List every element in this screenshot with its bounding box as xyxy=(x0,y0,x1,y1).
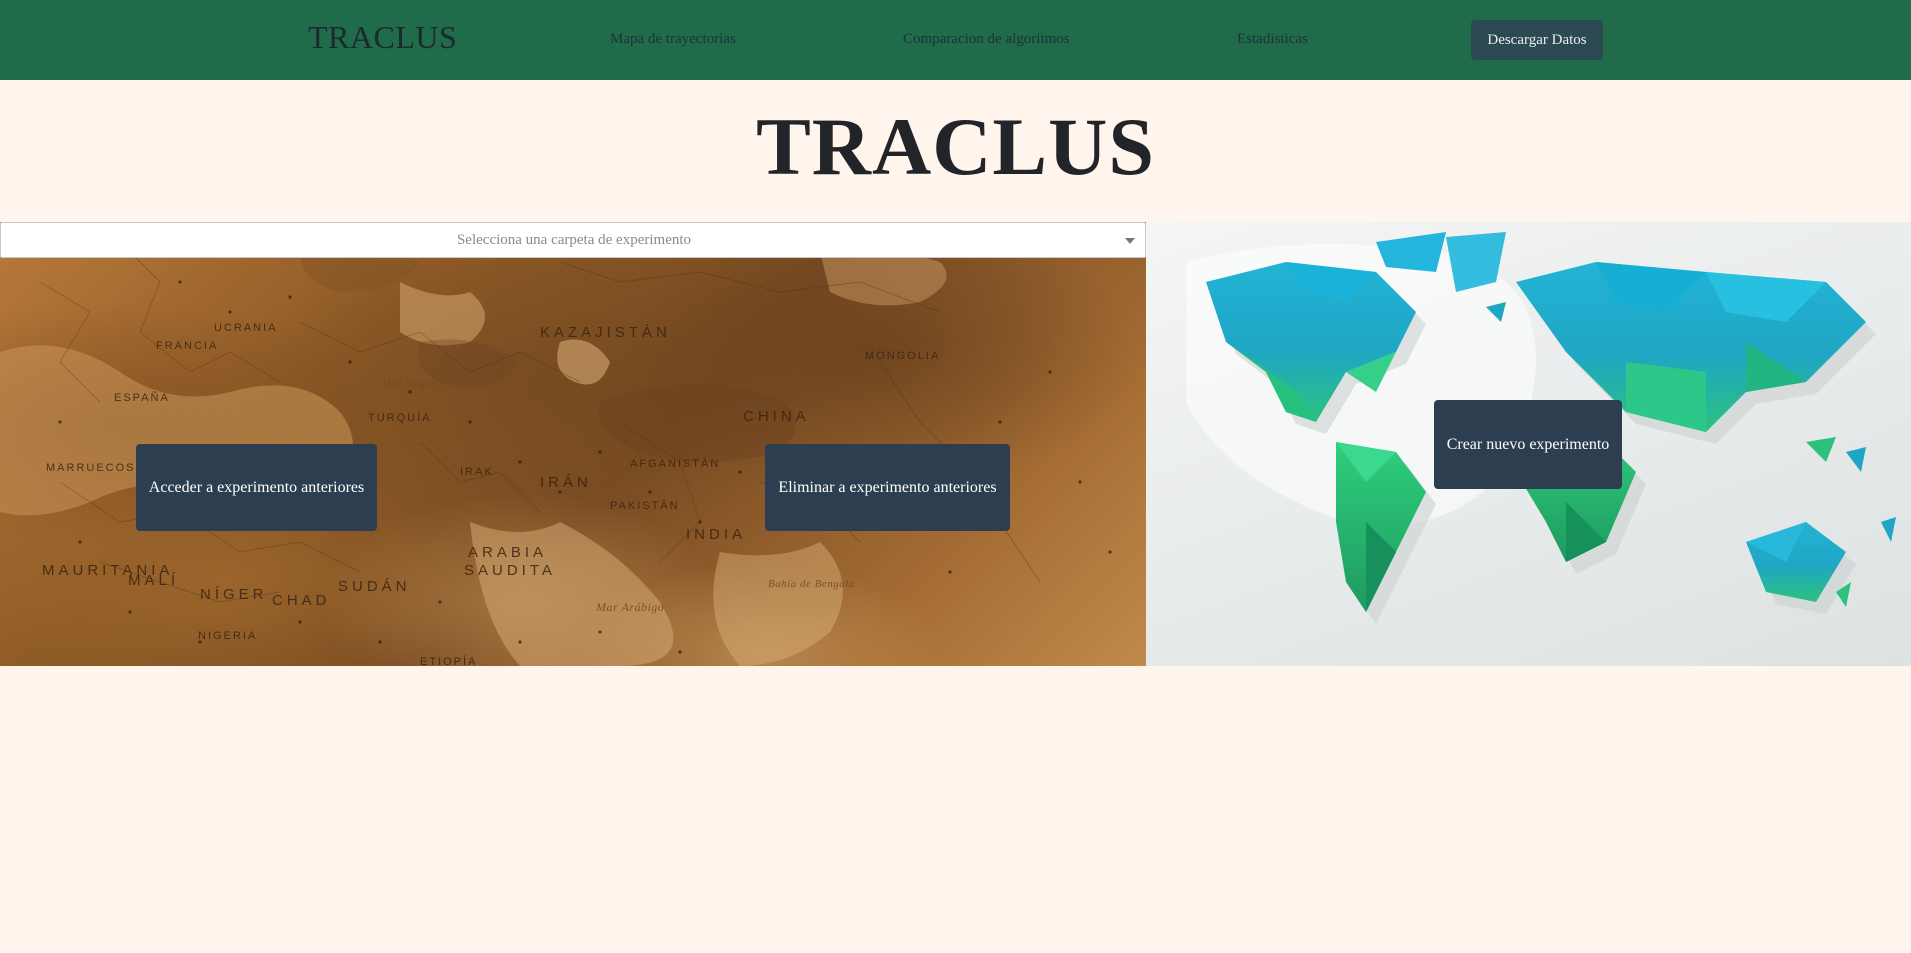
download-data-button[interactable]: Descargar Datos xyxy=(1471,20,1603,60)
top-navbar: TRACLUS Mapa de trayectorias Comparacion… xyxy=(0,0,1911,80)
map-label-marruecos: MARRUECOS xyxy=(46,462,136,474)
map-label-espana: ESPAÑA xyxy=(114,392,170,404)
chevron-down-icon[interactable] xyxy=(1125,238,1135,244)
map-label-ucrania: UCRANIA xyxy=(214,322,278,334)
map-label-mali: MALÍ xyxy=(128,572,180,589)
map-label-afganistan: AFGANISTÁN xyxy=(630,458,721,470)
delete-previous-experiment-button[interactable]: Eliminar a experimento anteriores xyxy=(765,444,1010,531)
map-label-arabia: ARABIA xyxy=(468,544,548,561)
map-label-nigeria: NIGERIA xyxy=(198,630,258,642)
map-label-francia: FRANCIA xyxy=(156,340,219,352)
map-label-saudita: SAUDITA xyxy=(464,562,556,579)
brand-link[interactable]: TRACLUS xyxy=(308,19,457,56)
nav-link-statistics[interactable]: Estadisticas xyxy=(1237,31,1308,48)
page-background-bottom xyxy=(0,666,1911,953)
map-label-etiopia: ETIOPÍA xyxy=(420,656,478,666)
nav-link-trajectory-map[interactable]: Mapa de trayectorias xyxy=(610,31,736,48)
map-label-niger: NÍGER xyxy=(200,586,268,603)
nav-link-algorithm-comparison[interactable]: Comparacion de algoritmos xyxy=(903,31,1070,48)
map-label-pakistan: PAKISTÁN xyxy=(610,500,680,512)
map-label-chad: CHAD xyxy=(272,592,331,609)
create-new-experiment-button[interactable]: Crear nuevo experimento xyxy=(1434,400,1622,489)
map-label-india: INDIA xyxy=(686,526,747,543)
map-label-china: CHINA xyxy=(743,408,810,425)
map-label-kazajistan: KAZAJISTÁN xyxy=(540,324,671,341)
folder-select-placeholder: Selecciona una carpeta de experimento xyxy=(456,232,692,248)
map-label-mar-negro: Mar Negro xyxy=(382,378,436,390)
map-label-turquia: TURQUÍA xyxy=(368,412,432,424)
access-previous-experiment-button[interactable]: Acceder a experimento anteriores xyxy=(136,444,377,531)
page-title: TRACLUS xyxy=(756,101,1155,192)
map-label-bahia-bengala: Bahía de Bengala xyxy=(768,578,855,590)
map-label-mongolia: MONGOLIA xyxy=(865,350,941,362)
map-label-irak: IRAK xyxy=(460,466,494,478)
map-label-mar-arabigo: Mar Arábigo xyxy=(596,600,665,614)
map-label-iran: IRÁN xyxy=(540,474,592,491)
map-label-sudan: SUDÁN xyxy=(338,578,411,595)
experiment-folder-select[interactable]: Selecciona una carpeta de experimento xyxy=(0,222,1146,258)
